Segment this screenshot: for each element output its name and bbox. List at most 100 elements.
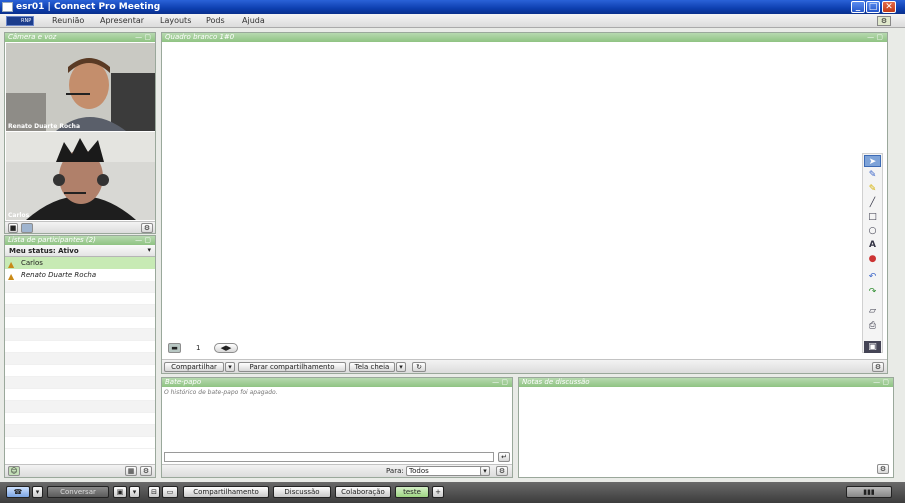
tab-label: Colaboração	[341, 488, 385, 496]
add-participant-icon[interactable]: ☺	[8, 466, 20, 476]
attendee-list-pod: Lista de participantes (2) — ▢ Meu status…	[4, 235, 156, 478]
notes-area[interactable]	[519, 388, 893, 463]
pod-window-controls[interactable]: — ▢	[135, 236, 151, 245]
participant-item[interactable]: ▲ Carlos	[5, 257, 155, 269]
pod-title: Câmera e voz	[8, 33, 57, 41]
thumbnail-toggle-icon[interactable]: ▬	[168, 343, 181, 353]
whiteboard-canvas[interactable]	[162, 43, 862, 361]
tab-label: Discussão	[284, 488, 320, 496]
undo-icon[interactable]: ↶	[864, 271, 881, 283]
my-status-label: Meu status: Ativo	[9, 247, 79, 255]
camera-voice-pod: Câmera e voz — ▢ Renato Duarte Rocha Carl…	[4, 32, 156, 234]
title-bar: esr01 | Connect Pro Meeting _ □ ✕	[0, 0, 905, 14]
ellipse-icon[interactable]: ○	[864, 225, 881, 237]
participant-host-icon: ▲	[8, 272, 15, 281]
menu-layouts[interactable]: Layouts	[160, 16, 191, 25]
microphone-icon[interactable]: ☎	[6, 486, 30, 498]
share-button[interactable]: Compartilhar	[164, 362, 224, 372]
redo-icon[interactable]: ↷	[864, 286, 881, 298]
rectangle-icon[interactable]: □	[864, 211, 881, 223]
maximize-button[interactable]: □	[866, 1, 880, 13]
video-name-label: Carlos	[8, 212, 30, 219]
pod-header: Câmera e voz — ▢	[5, 33, 155, 42]
pod-window-controls[interactable]: — ▢	[867, 33, 883, 42]
chevron-down-icon: ▾	[147, 246, 151, 254]
print-icon[interactable]: ⎙	[864, 320, 881, 332]
video-person-image	[6, 132, 155, 220]
add-layout-button[interactable]: +	[432, 486, 444, 498]
pod-options-icon[interactable]: ⚙	[140, 466, 152, 476]
stop-share-button[interactable]: Parar compartilhamento	[238, 362, 346, 372]
send-message-icon[interactable]: ↵	[498, 452, 510, 462]
pod-window-controls[interactable]: — ▢	[873, 378, 889, 387]
camera-toolbar: ■ ⚙	[5, 221, 155, 233]
fullscreen-dropdown-chevron-icon[interactable]: ▾	[396, 362, 406, 372]
chevron-down-icon[interactable]: ▾	[32, 486, 43, 498]
fullscreen-button[interactable]: Tela cheia	[349, 362, 395, 372]
pod-options-icon[interactable]: ⚙	[872, 362, 884, 372]
participant-name: Renato Duarte Rocha	[21, 271, 97, 279]
highlighter-icon[interactable]: ✎	[864, 183, 881, 195]
stamp-icon[interactable]: ●	[864, 253, 881, 265]
stop-camera-button[interactable]: ■	[8, 223, 18, 233]
video-person-image	[6, 43, 155, 131]
menu-bar: RNP Reunião Apresentar Layouts Pods Ajud…	[0, 14, 905, 28]
discussion-notes-pod: Notas de discussão — ▢ ⚙	[518, 377, 894, 478]
sync-icon[interactable]: ↻	[412, 362, 426, 372]
empty-list-rows	[5, 281, 155, 449]
menu-reuniao[interactable]: Reunião	[52, 16, 84, 25]
whiteboard-pod: Quadro branco 1#0 — ▢ ▬ 1 ◀▶ Compartilhar…	[161, 32, 888, 374]
tab-label: teste	[403, 488, 421, 496]
minimize-button[interactable]: _	[851, 1, 865, 13]
options-icon[interactable]: ▣	[864, 341, 881, 353]
participant-name: Carlos	[21, 259, 43, 267]
pod-header: Bate-papo — ▢	[162, 378, 512, 387]
tab-teste[interactable]: teste	[395, 486, 429, 498]
tab-discussao[interactable]: Discussão	[273, 486, 331, 498]
chevron-down-icon[interactable]: ▾	[129, 486, 140, 498]
pod-window-controls[interactable]: — ▢	[135, 33, 151, 42]
menu-apresentar[interactable]: Apresentar	[100, 16, 144, 25]
participant-item[interactable]: ▲ Renato Duarte Rocha	[5, 269, 155, 281]
pod-options-icon[interactable]: ⚙	[496, 466, 508, 476]
menu-pods[interactable]: Pods	[206, 16, 225, 25]
pod-header: Notas de discussão — ▢	[519, 378, 893, 387]
screen-icon[interactable]: ▭	[162, 486, 178, 498]
view-toggle-icon[interactable]: ▦	[125, 466, 137, 476]
my-status-dropdown[interactable]: Meu status: Ativo ▾	[5, 245, 155, 257]
lock-icon[interactable]: ⊟	[148, 486, 160, 498]
page-prev-next-button[interactable]: ◀▶	[214, 343, 238, 353]
page-navigator: ▬ 1 ◀▶	[166, 341, 246, 355]
pod-options-icon[interactable]: ⚙	[141, 223, 153, 233]
menu-ajuda[interactable]: Ajuda	[242, 16, 265, 25]
chat-message-input[interactable]	[164, 452, 494, 462]
tab-compartilhamento[interactable]: Compartilhamento	[183, 486, 269, 498]
video-feed-renato: Renato Duarte Rocha	[6, 43, 155, 131]
pod-window-controls[interactable]: — ▢	[492, 378, 508, 387]
pod-title: Quadro branco 1#0	[165, 33, 235, 41]
close-button[interactable]: ✕	[882, 1, 896, 13]
connection-status-icon[interactable]: ⚙	[877, 16, 891, 26]
camera-icon[interactable]: ▣	[113, 486, 127, 498]
app-icon	[2, 2, 13, 12]
pod-title: Bate-papo	[165, 378, 202, 386]
recipient-value: Todos	[409, 467, 429, 475]
select-icon[interactable]: ➤	[864, 155, 881, 167]
connection-indicator-icon[interactable]: ▮▮▮	[846, 486, 892, 498]
eraser-icon[interactable]: ▱	[864, 305, 881, 317]
tab-colaboracao[interactable]: Colaboração	[335, 486, 391, 498]
pod-header: Quadro branco 1#0 — ▢	[162, 33, 887, 42]
share-dropdown-chevron-icon[interactable]: ▾	[225, 362, 235, 372]
recipient-select[interactable]: Todos	[406, 466, 490, 476]
pod-options-icon[interactable]: ⚙	[877, 464, 889, 474]
pod-title: Lista de participantes (2)	[8, 236, 96, 244]
camera-icon[interactable]	[21, 223, 33, 233]
tab-label: Compartilhamento	[193, 488, 259, 496]
pencil-icon[interactable]: ✎	[864, 169, 881, 181]
line-icon[interactable]: ╱	[864, 197, 881, 209]
text-icon[interactable]: A	[864, 239, 881, 251]
chevron-down-icon[interactable]: ▾	[480, 466, 490, 476]
video-name-label: Renato Duarte Rocha	[8, 123, 80, 130]
pod-title: Notas de discussão	[522, 378, 590, 386]
converse-button[interactable]: Conversar	[47, 486, 109, 498]
